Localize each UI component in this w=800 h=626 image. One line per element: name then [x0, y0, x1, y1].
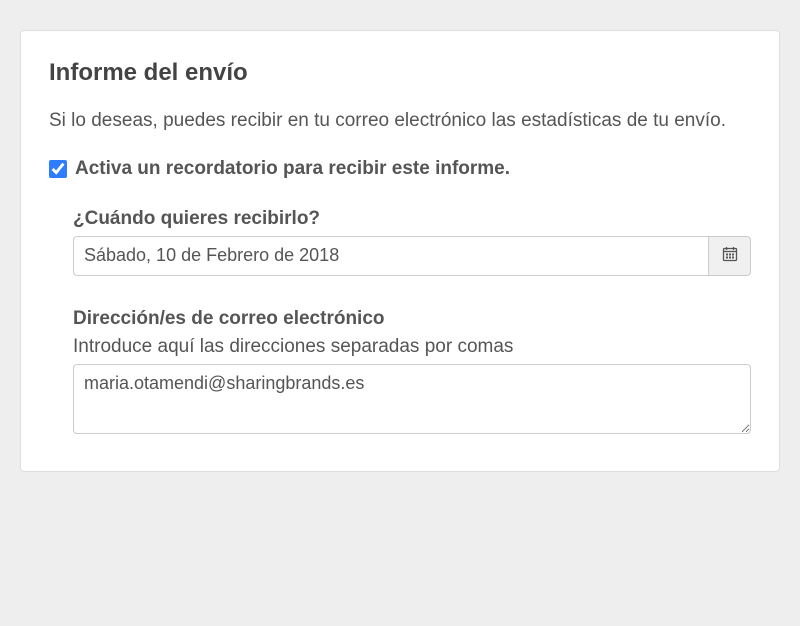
panel-description: Si lo deseas, puedes recibir en tu corre…	[49, 107, 751, 136]
email-field-label: Dirección/es de correo electrónico	[73, 308, 751, 330]
date-input[interactable]	[73, 236, 709, 276]
calendar-button[interactable]	[709, 236, 751, 276]
email-textarea[interactable]	[73, 364, 751, 434]
report-panel: Informe del envío Si lo deseas, puedes r…	[20, 30, 780, 472]
calendar-icon	[722, 246, 738, 265]
reminder-checkbox[interactable]	[49, 160, 67, 178]
reminder-details: ¿Cuándo quieres recibirlo?	[49, 208, 751, 439]
reminder-checkbox-row: Activa un recordatorio para recibir este…	[49, 158, 751, 180]
date-field-label: ¿Cuándo quieres recibirlo?	[73, 208, 751, 230]
date-input-group	[73, 236, 751, 276]
reminder-label[interactable]: Activa un recordatorio para recibir este…	[75, 158, 510, 180]
email-field-help: Introduce aquí las direcciones separadas…	[73, 336, 751, 358]
panel-title: Informe del envío	[49, 59, 751, 87]
